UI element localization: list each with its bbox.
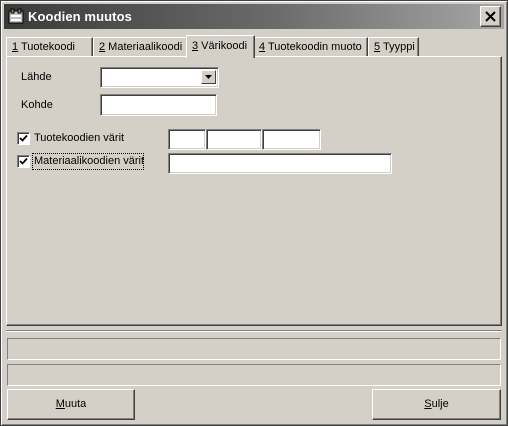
button-mnemonic: S: [424, 398, 432, 410]
close-window-button[interactable]: [480, 6, 501, 27]
tab-strip: 1 Tuotekoodi 2 Materiaalikoodi 3 Värikoo…: [6, 35, 502, 58]
dropdown-button[interactable]: [201, 70, 216, 84]
tab-label: Tyyppi: [380, 41, 415, 53]
button-mnemonic: M: [55, 398, 65, 410]
app-icon: [8, 8, 24, 24]
status-line-2: [7, 364, 501, 386]
tab-materiaalikoodi[interactable]: 2 Materiaalikoodi: [93, 37, 188, 57]
window-title: Koodien muutos: [28, 9, 132, 24]
tab-panel-varikoodi: Lähde Kohde Tuotekoodien värit Materiaal…: [6, 56, 502, 326]
source-combobox[interactable]: [100, 67, 219, 88]
product-colors-label: Tuotekoodien värit: [34, 132, 125, 144]
tab-varikoodi[interactable]: 3 Värikoodi: [186, 35, 255, 58]
target-input[interactable]: [100, 94, 217, 116]
status-line-1: [7, 338, 501, 360]
tab-tuotekoodin-muoto[interactable]: 4 Tuotekoodin muoto: [253, 37, 368, 57]
title-bar[interactable]: Koodien muutos: [4, 4, 504, 29]
product-color-field-1[interactable]: [168, 129, 206, 150]
material-colors-label: Materiaalikoodien värit: [34, 155, 145, 167]
close-button[interactable]: Sulje: [372, 389, 501, 420]
tab-tyyppi[interactable]: 5 Tyyppi: [368, 37, 419, 57]
button-label: uuta: [64, 398, 87, 410]
material-colors-checkbox[interactable]: [17, 155, 30, 168]
product-color-field-2[interactable]: [206, 129, 262, 150]
tab-label: Tuotekoodi: [18, 41, 75, 53]
tab-label: Materiaalikoodi: [105, 41, 183, 53]
product-colors-checkbox[interactable]: [17, 132, 30, 145]
button-label: ulje: [431, 398, 449, 410]
dialog-window: Koodien muutos 1 Tuotekoodi 2 Materiaali…: [0, 0, 508, 426]
tab-label: Tuotekoodin muoto: [265, 41, 362, 53]
tab-tuotekoodi[interactable]: 1 Tuotekoodi: [6, 37, 93, 57]
source-label: Lähde: [21, 71, 52, 83]
product-color-field-3[interactable]: [262, 129, 321, 150]
target-label: Kohde: [21, 99, 53, 111]
change-button[interactable]: Muuta: [7, 389, 135, 420]
material-colors-input[interactable]: [168, 153, 392, 174]
tab-label: Värikoodi: [198, 40, 248, 52]
separator: [6, 330, 502, 332]
